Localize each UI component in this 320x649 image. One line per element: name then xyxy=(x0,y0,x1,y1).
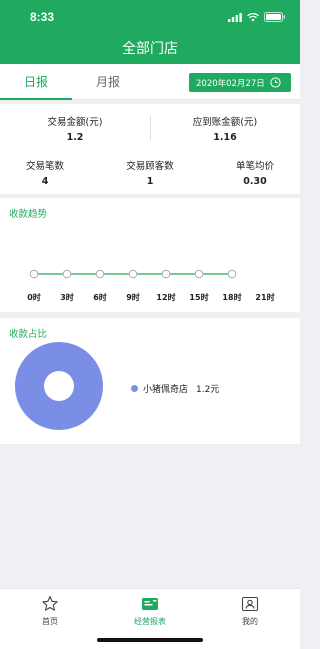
nav-business-report[interactable]: 经营报表 xyxy=(100,595,200,627)
x-tick-label: 21时 xyxy=(255,293,275,302)
page-title: 全部门店 xyxy=(122,41,178,57)
metric-label: 交易笔数 xyxy=(25,161,64,172)
metric-value: 1.16 xyxy=(213,132,237,143)
metric-label: 应到账金额(元) xyxy=(192,117,258,128)
trend-point xyxy=(227,269,237,279)
metric-value: 1.2 xyxy=(66,132,84,143)
star-icon xyxy=(42,595,58,611)
metric-receivable-amount: 应到账金额(元) 1.16 xyxy=(165,114,285,143)
tab-daily[interactable]: 日报 xyxy=(0,64,72,100)
wifi-icon xyxy=(247,12,259,21)
tab-monthly[interactable]: 月报 xyxy=(72,64,144,100)
metric-transaction-amount: 交易金额(元) 1.2 xyxy=(15,114,135,143)
metric-value: 0.30 xyxy=(243,176,267,187)
trend-point xyxy=(194,269,204,279)
x-tick-label: 15时 xyxy=(189,293,209,302)
legend-store-name: 小猪佩奇店 xyxy=(143,385,189,395)
nav-label: 我的 xyxy=(242,617,258,626)
metric-value: 4 xyxy=(41,176,49,187)
ratio-card: 收款占比 小猪佩奇店 1.2元 xyxy=(0,318,300,444)
x-tick-label: 0时 xyxy=(27,293,41,302)
x-tick-label: 9时 xyxy=(126,293,140,302)
metric-customer-count: 交易顾客数 1 xyxy=(105,158,195,187)
metric-label: 单笔均价 xyxy=(235,161,274,172)
metric-divider xyxy=(150,116,151,140)
ratio-title: 收款占比 xyxy=(9,329,48,340)
ratio-donut-chart xyxy=(15,342,103,430)
profile-card-icon xyxy=(241,596,259,612)
ratio-legend-item: 小猪佩奇店 1.2元 xyxy=(131,382,219,395)
metric-avg-price: 单笔均价 0.30 xyxy=(215,158,295,187)
date-picker-button[interactable]: 2020年02月27日 xyxy=(189,73,291,92)
battery-icon xyxy=(264,12,286,22)
metric-transaction-count: 交易笔数 4 xyxy=(5,158,85,187)
active-tab-indicator xyxy=(0,98,72,100)
trend-point xyxy=(161,269,171,279)
summary-card: 交易金额(元) 1.2 应到账金额(元) 1.16 交易笔数 4 交易顾客数 1… xyxy=(0,104,300,194)
x-tick-label: 6时 xyxy=(93,293,107,302)
trend-point xyxy=(95,269,105,279)
clock-icon xyxy=(270,77,281,88)
date-picker-value: 2020年02月27日 xyxy=(196,78,265,89)
donut-hole xyxy=(44,371,74,401)
trend-point xyxy=(29,269,39,279)
metric-value: 1 xyxy=(146,176,154,187)
x-tick-label: 18时 xyxy=(222,293,242,302)
nav-home[interactable]: 首页 xyxy=(0,595,100,627)
signal-icon xyxy=(228,12,242,22)
legend-amount: 1.2元 xyxy=(196,385,220,395)
app-header: 8:33 全部门店 xyxy=(0,0,300,64)
metric-label: 交易金额(元) xyxy=(47,117,103,128)
status-icons xyxy=(228,12,286,22)
trend-point xyxy=(128,269,138,279)
status-time: 8:33 xyxy=(30,10,55,24)
x-tick-label: 3时 xyxy=(60,293,74,302)
x-tick-label: 12时 xyxy=(156,293,176,302)
nav-label: 经营报表 xyxy=(134,617,166,626)
home-indicator xyxy=(97,638,203,642)
report-icon xyxy=(142,598,158,610)
trend-point xyxy=(62,269,72,279)
nav-profile[interactable]: 我的 xyxy=(200,595,300,627)
status-bar: 8:33 xyxy=(0,0,300,30)
legend-dot xyxy=(131,385,138,392)
report-tabs: 日报 月报 2020年02月27日 xyxy=(0,64,300,100)
metric-label: 交易顾客数 xyxy=(126,161,174,172)
trend-card: 收款趋势 0时 3时 6时 9时 12时 15时 18时 21时 xyxy=(0,198,300,312)
nav-label: 首页 xyxy=(42,617,58,626)
